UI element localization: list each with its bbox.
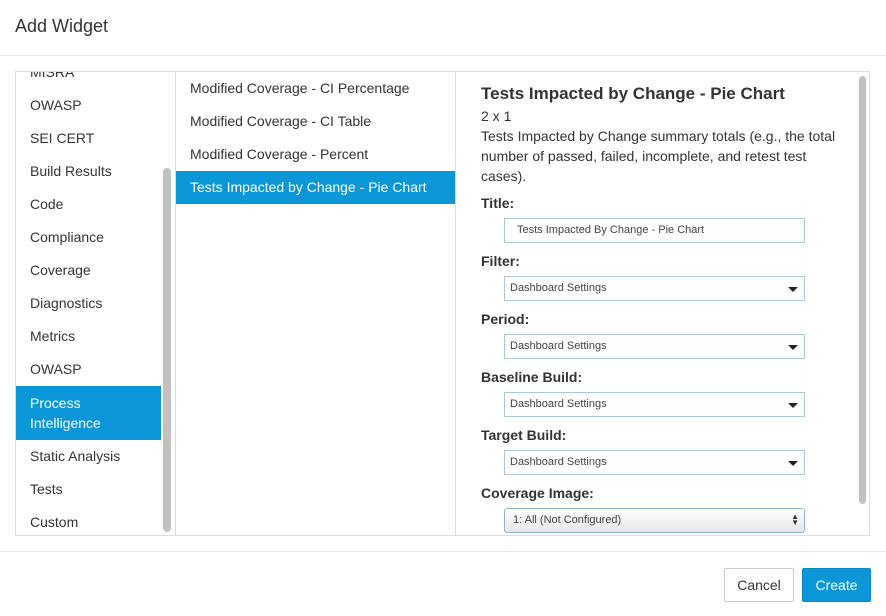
widget-item-modified-coverage-ci-percentage[interactable]: Modified Coverage - CI Percentage: [176, 72, 455, 105]
category-item-label: Custom: [30, 514, 79, 530]
target-build-field-label: Target Build:: [481, 427, 567, 443]
title-field-label: Title:: [481, 195, 515, 211]
widget-item-label: Tests Impacted by Change - Pie Chart: [190, 179, 427, 195]
widget-item-label: Modified Coverage - CI Table: [190, 113, 372, 129]
filter-field-label: Filter:: [481, 253, 520, 269]
baseline-build-field-label: Baseline Build:: [481, 369, 583, 385]
widget-item-modified-coverage-percent[interactable]: Modified Coverage - Percent: [176, 138, 455, 171]
target-build-select[interactable]: Dashboard Settings: [504, 450, 805, 475]
category-item-label: Build Results: [30, 163, 112, 179]
category-item-metrics[interactable]: Metrics: [16, 320, 161, 353]
category-scrollbar[interactable]: [163, 168, 171, 532]
category-item-label: Coverage: [30, 262, 91, 278]
coverage-image-select[interactable]: 1: All (Not Configured) ▲ ▼: [504, 508, 805, 533]
widget-details-panel[interactable]: Tests Impacted by Change - Pie Chart 2 x…: [456, 72, 869, 535]
baseline-build-select-value: Dashboard Settings: [510, 398, 607, 410]
title-input-value: Tests Impacted By Change - Pie Chart: [517, 224, 705, 236]
dialog-title: Add Widget: [15, 16, 109, 36]
category-list: MISRA OWASP SEI CERT Build Results Code …: [16, 72, 161, 535]
category-item-label: Code: [30, 196, 64, 212]
category-item-label: OWASP: [30, 97, 82, 113]
widget-item-modified-coverage-ci-table[interactable]: Modified Coverage - CI Table: [176, 105, 455, 138]
chevron-down-icon: [788, 345, 798, 350]
widget-details-header: Tests Impacted by Change - Pie Chart 2 x…: [481, 82, 846, 186]
details-scrollbar[interactable]: [859, 76, 866, 504]
coverage-image-select-value: 1: All (Not Configured): [513, 514, 622, 526]
baseline-build-select[interactable]: Dashboard Settings: [504, 392, 805, 417]
widget-item-label: Modified Coverage - CI Percentage: [190, 80, 410, 96]
category-item-code[interactable]: Code: [16, 188, 161, 221]
widget-list-panel: Modified Coverage - CI Percentage Modifi…: [176, 72, 456, 535]
category-item-owasp[interactable]: OWASP: [16, 89, 161, 122]
category-item-label: Metrics: [30, 328, 76, 344]
cancel-button[interactable]: Cancel: [724, 568, 794, 602]
dialog-footer: Cancel Create: [0, 551, 886, 616]
target-build-select-value: Dashboard Settings: [510, 456, 607, 468]
category-item-custom[interactable]: Custom: [16, 506, 161, 535]
category-item-static-analysis[interactable]: Static Analysis: [16, 440, 161, 473]
create-button[interactable]: Create: [802, 568, 871, 602]
widget-item-tests-impacted-pie-chart[interactable]: Tests Impacted by Change - Pie Chart: [176, 171, 455, 204]
category-item-label: MISRA: [30, 72, 75, 80]
period-field-label: Period:: [481, 311, 530, 327]
period-select-value: Dashboard Settings: [510, 340, 607, 352]
category-item-compliance[interactable]: Compliance: [16, 221, 161, 254]
coverage-image-field-label: Coverage Image:: [481, 485, 594, 501]
widget-details-title: Tests Impacted by Change - Pie Chart: [481, 84, 785, 103]
category-item-process-intelligence[interactable]: Process Intelligence: [16, 386, 161, 440]
widget-details-size: 2 x 1: [481, 108, 512, 124]
category-item-owasp-2[interactable]: OWASP: [16, 353, 161, 386]
category-item-label: Process Intelligence: [30, 395, 101, 431]
category-item-diagnostics[interactable]: Diagnostics: [16, 287, 161, 320]
widget-details-description: Tests Impacted by Change summary totals …: [481, 128, 836, 184]
category-item-build-results[interactable]: Build Results: [16, 155, 161, 188]
filter-select[interactable]: Dashboard Settings: [504, 276, 805, 301]
widget-picker: MISRA OWASP SEI CERT Build Results Code …: [15, 71, 870, 536]
chevron-down-icon: [788, 403, 798, 408]
title-input[interactable]: Tests Impacted By Change - Pie Chart: [504, 218, 805, 243]
category-item-label: Tests: [30, 481, 63, 497]
category-item-tests[interactable]: Tests: [16, 473, 161, 506]
category-item-misra[interactable]: MISRA: [16, 72, 161, 89]
widget-item-label: Modified Coverage - Percent: [190, 146, 369, 162]
chevron-down-icon: [788, 287, 798, 292]
category-item-label: OWASP: [30, 361, 82, 377]
category-item-label: Diagnostics: [30, 295, 103, 311]
dialog-header: Add Widget: [0, 0, 886, 56]
category-item-label: Static Analysis: [30, 448, 121, 464]
category-list-panel[interactable]: MISRA OWASP SEI CERT Build Results Code …: [16, 72, 176, 535]
up-down-arrows-icon: ▲ ▼: [791, 512, 799, 527]
category-item-label: SEI CERT: [30, 130, 95, 146]
chevron-down-icon: [788, 461, 798, 466]
category-item-sei-cert[interactable]: SEI CERT: [16, 122, 161, 155]
category-item-coverage[interactable]: Coverage: [16, 254, 161, 287]
period-select[interactable]: Dashboard Settings: [504, 334, 805, 359]
category-item-label: Compliance: [30, 229, 104, 245]
filter-select-value: Dashboard Settings: [510, 282, 607, 294]
